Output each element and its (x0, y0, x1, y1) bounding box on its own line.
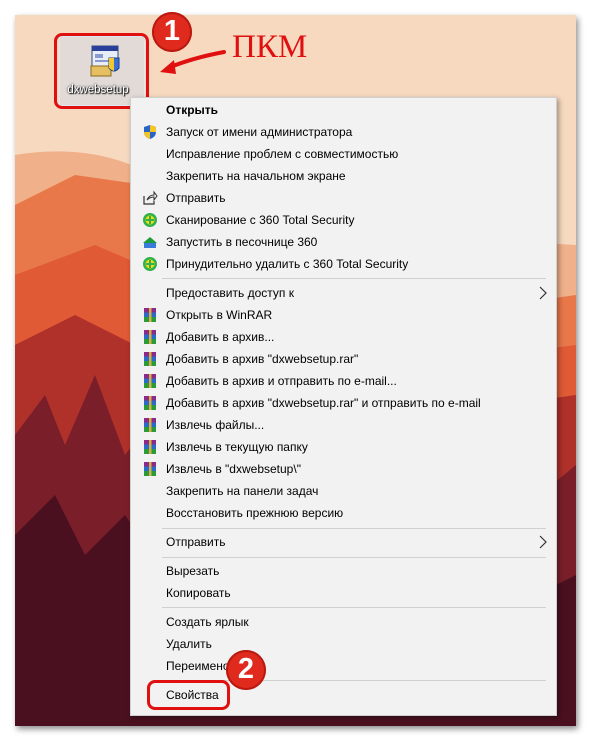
menu-separator (162, 557, 546, 558)
menu-item-run-as-admin[interactable]: Запуск от имени администратора (131, 121, 556, 143)
menu-item-restore-version[interactable]: Восстановить прежнюю версию (131, 502, 556, 524)
menu-item-label: Закрепить на панели задач (166, 484, 319, 498)
uac-shield-icon (144, 125, 156, 139)
winrar-icon (144, 440, 156, 454)
menu-item-label: Добавить в архив "dxwebsetup.rar" (166, 352, 359, 366)
menu-item-label: Исправление проблем с совместимостью (166, 147, 399, 161)
step-badge-2: 2 (226, 650, 266, 690)
menu-item-label: Открыть в WinRAR (166, 308, 273, 322)
winrar-icon (144, 352, 156, 366)
chevron-right-icon (539, 535, 547, 549)
highlight-properties (147, 680, 230, 710)
menu-item-360-remove[interactable]: Принудительно удалить с 360 Total Securi… (131, 253, 556, 275)
menu-item-label: Извлечь файлы... (166, 418, 265, 432)
chevron-right-icon (539, 286, 547, 300)
menu-separator (162, 607, 546, 608)
menu-item-add-archive[interactable]: Добавить в архив... (131, 326, 556, 348)
menu-item-open-winrar[interactable]: Открыть в WinRAR (131, 304, 556, 326)
menu-item-add-rar[interactable]: Добавить в архив "dxwebsetup.rar" (131, 348, 556, 370)
arrow-icon (160, 50, 226, 74)
menu-item-pin-taskbar[interactable]: Закрепить на панели задач (131, 480, 556, 502)
menu-item-label: Добавить в архив "dxwebsetup.rar" и отпр… (166, 396, 481, 410)
menu-item-rename[interactable]: Переименовать (131, 655, 556, 677)
menu-item-label: Предоставить доступ к (166, 286, 294, 300)
menu-item-extract[interactable]: Извлечь файлы... (131, 414, 556, 436)
menu-item-label: Извлечь в текущую папку (166, 440, 308, 454)
360-icon (143, 213, 157, 227)
menu-item-give-access[interactable]: Предоставить доступ к (131, 282, 556, 304)
context-menu: Открыть Запуск от имени администратора И… (130, 97, 557, 716)
menu-item-label: Удалить (166, 637, 212, 651)
menu-item-label: Отправить (166, 535, 226, 549)
menu-item-360-sandbox[interactable]: Запустить в песочнице 360 (131, 231, 556, 253)
menu-item-send-to[interactable]: Отправить (131, 531, 556, 553)
menu-item-label: Открыть (166, 103, 219, 117)
sandbox-icon (143, 237, 157, 248)
menu-item-label: Извлечь в "dxwebsetup\" (166, 462, 301, 476)
menu-item-label: Закрепить на начальном экране (166, 169, 346, 183)
menu-item-label: Отправить (166, 191, 226, 205)
menu-separator (162, 528, 546, 529)
winrar-icon (144, 308, 156, 322)
menu-item-label: Сканирование с 360 Total Security (166, 213, 355, 227)
menu-item-360-scan[interactable]: Сканирование с 360 Total Security (131, 209, 556, 231)
menu-item-open[interactable]: Открыть (131, 99, 556, 121)
winrar-icon (144, 374, 156, 388)
winrar-icon (144, 462, 156, 476)
menu-item-extract-to[interactable]: Извлечь в "dxwebsetup\" (131, 458, 556, 480)
share-icon (143, 190, 158, 205)
menu-item-add-email[interactable]: Добавить в архив и отправить по e-mail..… (131, 370, 556, 392)
menu-item-label: Запуск от имени администратора (166, 125, 353, 139)
menu-item-label: Вырезать (166, 564, 220, 578)
menu-item-create-shortcut[interactable]: Создать ярлык (131, 611, 556, 633)
menu-item-label: Создать ярлык (166, 615, 249, 629)
menu-item-label: Принудительно удалить с 360 Total Securi… (166, 257, 409, 271)
menu-item-label: Копировать (166, 586, 231, 600)
menu-item-label: Восстановить прежнюю версию (166, 506, 344, 520)
menu-item-add-rar-email[interactable]: Добавить в архив "dxwebsetup.rar" и отпр… (131, 392, 556, 414)
menu-item-label: Добавить в архив и отправить по e-mail..… (166, 374, 397, 388)
menu-item-label: Запустить в песочнице 360 (166, 235, 318, 249)
rmb-annotation: ПКМ (232, 29, 308, 65)
menu-item-compat[interactable]: Исправление проблем с совместимостью (131, 143, 556, 165)
menu-separator (162, 278, 546, 279)
menu-item-cut[interactable]: Вырезать (131, 560, 556, 582)
360-icon (143, 257, 157, 271)
menu-item-label: Добавить в архив... (166, 330, 275, 344)
winrar-icon (144, 396, 156, 410)
menu-item-delete[interactable]: Удалить (131, 633, 556, 655)
menu-item-pin-start[interactable]: Закрепить на начальном экране (131, 165, 556, 187)
winrar-icon (144, 418, 156, 432)
menu-item-extract-here[interactable]: Извлечь в текущую папку (131, 436, 556, 458)
menu-item-copy[interactable]: Копировать (131, 582, 556, 604)
winrar-icon (144, 330, 156, 344)
menu-item-share[interactable]: Отправить (131, 187, 556, 209)
